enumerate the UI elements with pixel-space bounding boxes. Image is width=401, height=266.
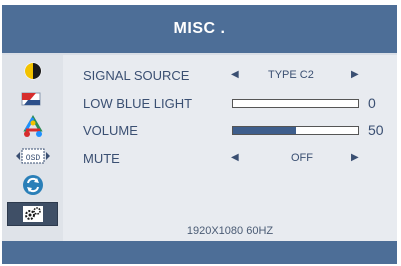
sidebar-item-contrast[interactable] [7,59,58,83]
mute-left-arrow-icon[interactable]: ◀ [231,152,239,163]
signal-source-row[interactable]: SIGNAL SOURCE ◀ TYPE C2 ▶ [63,65,397,87]
color-icon [22,115,43,137]
signal-source-value: TYPE C2 [268,69,314,81]
low-blue-light-slider[interactable] [232,99,359,108]
resolution-status: 1920X1080 60HZ [186,225,274,237]
low-blue-light-value: 0 [368,95,376,111]
volume-label: VOLUME [83,123,138,138]
sidebar-item-misc[interactable] [7,202,58,226]
settings-icon [22,206,43,222]
sidebar-item-osd[interactable]: OSD [7,144,58,168]
settings-panel: SIGNAL SOURCE ◀ TYPE C2 ▶ LOW BLUE LIGHT… [63,55,397,241]
volume-slider[interactable] [232,126,359,135]
volume-value: 50 [368,122,384,138]
reset-icon [22,175,43,195]
low-blue-light-label: LOW BLUE LIGHT [83,96,193,111]
contrast-icon [24,62,41,80]
menu-title: MISC . [173,20,226,37]
signal-source-right-arrow-icon[interactable]: ▶ [351,69,359,80]
mute-value: OFF [291,152,313,164]
low-blue-light-row[interactable]: LOW BLUE LIGHT 0 [63,93,397,115]
image-flag-icon [21,92,40,106]
signal-source-left-arrow-icon[interactable]: ◀ [231,69,239,80]
sidebar-item-image[interactable] [7,87,58,111]
osd-icon: OSD [15,148,50,164]
sidebar-item-reset[interactable] [7,173,58,197]
menu-footer [2,241,397,264]
osd-menu: MISC . OSD SIGNAL SOURCE ◀ TYPE C2 ▶ LOW… [2,5,397,264]
mute-label: MUTE [83,151,120,166]
mute-row[interactable]: MUTE ◀ OFF ▶ [63,148,397,170]
volume-row[interactable]: VOLUME 50 [63,120,397,142]
sidebar: OSD [2,55,63,241]
osd-icon-label: OSD [25,154,40,163]
menu-header: MISC . [2,5,397,53]
volume-slider-fill [233,127,296,134]
sidebar-item-color[interactable] [7,115,58,139]
mute-right-arrow-icon[interactable]: ▶ [351,152,359,163]
signal-source-label: SIGNAL SOURCE [83,68,190,83]
